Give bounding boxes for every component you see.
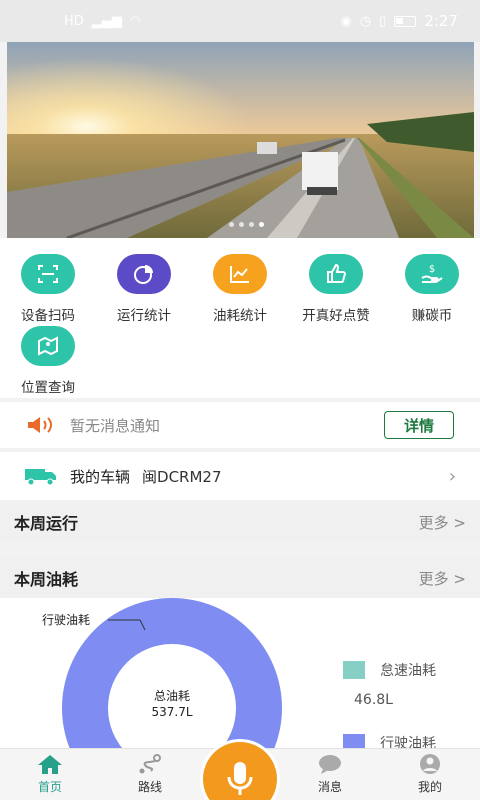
section-weekly-run: 本周运行 更多 >: [0, 502, 480, 542]
speaker-icon: [28, 417, 52, 433]
legend-swatch-driving: [343, 734, 365, 748]
microphone-icon: [227, 762, 253, 795]
signal-icon: ▂▄▆: [91, 13, 122, 29]
tab-label: 路线: [137, 780, 162, 794]
truck-icon: [25, 469, 56, 486]
notice-text: 暂无消息通知: [70, 416, 161, 435]
center-label: 总油耗: [154, 689, 190, 703]
legend-value-idle: 46.8L: [354, 692, 393, 708]
wifi-icon: ◠: [129, 13, 142, 29]
tab-mine[interactable]: 我的: [390, 753, 470, 795]
section-title: 本周油耗: [14, 570, 79, 589]
fn-location[interactable]: 位置查询: [0, 326, 96, 396]
line-chart-icon: [213, 254, 267, 294]
vehicle-plate: 闽DCRM27: [142, 467, 222, 486]
scan-icon: [21, 254, 75, 294]
home-icon: [38, 755, 62, 774]
fuel-chart: 行驶油耗 总油耗 537.7L 怠速油耗 46.8L 行驶油耗: [0, 598, 480, 748]
fn-device-scan[interactable]: 设备扫码: [0, 254, 96, 324]
map-pin-icon: [21, 326, 75, 366]
banner-dot-active[interactable]: [259, 222, 264, 227]
fn-run-stats[interactable]: 运行统计: [96, 254, 192, 324]
notice-detail-button[interactable]: 详情: [384, 411, 454, 439]
status-bar: HD ▂▄▆ ◠ ◉ ◷ ▯ 2:27: [0, 0, 480, 42]
fn-label: 位置查询: [21, 380, 75, 396]
thumbs-up-icon: [309, 254, 363, 294]
section-weekly-fuel: 本周油耗 更多 >: [0, 558, 480, 598]
message-icon: [319, 755, 341, 774]
banner-image: [7, 42, 474, 238]
battery-icon: [394, 15, 417, 27]
fn-earn-coin[interactable]: $ 赚碳币: [384, 254, 480, 324]
eye-icon: ◉: [340, 13, 352, 29]
tab-home[interactable]: 首页: [10, 753, 90, 795]
vibrate-icon: ▯: [379, 13, 387, 29]
fn-label: 设备扫码: [21, 308, 75, 324]
tab-route[interactable]: 路线: [110, 753, 190, 795]
hd-icon: HD: [64, 13, 84, 29]
center-value: 537.7L: [151, 705, 192, 719]
fuel-donut-chart: 行驶油耗 总油耗 537.7L 怠速油耗 46.8L 行驶油耗: [42, 598, 436, 748]
section-title: 本周运行: [14, 514, 79, 533]
fn-label: 油耗统计: [213, 308, 267, 324]
banner-carousel[interactable]: [7, 42, 474, 238]
chevron-right-icon: ›: [448, 465, 456, 487]
status-left: HD ▂▄▆ ◠: [64, 14, 141, 29]
banner-dots: [229, 222, 264, 227]
notice-bar: 暂无消息通知 详情: [0, 402, 480, 448]
legend-label-driving: 行驶油耗: [380, 736, 436, 748]
more-link[interactable]: 更多 >: [419, 512, 466, 533]
vehicle-label: 我的车辆: [70, 467, 131, 486]
legend-swatch-idle: [343, 661, 365, 679]
status-time: 2:27: [424, 12, 458, 30]
fn-label: 开真好点赞: [302, 308, 370, 324]
svg-text:$: $: [429, 264, 435, 275]
banner-dot[interactable]: [249, 222, 254, 227]
banner-dot[interactable]: [239, 222, 244, 227]
tab-label: 我的: [417, 780, 442, 794]
tab-message[interactable]: 消息: [290, 753, 370, 795]
alarm-icon: ◷: [359, 13, 372, 29]
status-right: ◉ ◷ ▯ 2:27: [340, 12, 458, 30]
fn-label: 运行统计: [117, 308, 171, 324]
fn-like[interactable]: 开真好点赞: [288, 254, 384, 324]
fn-label: 赚碳币: [411, 308, 453, 324]
user-icon: [420, 754, 440, 774]
function-grid: 设备扫码 运行统计 油耗统计 开真好点赞 $ 赚碳币 位置查询: [0, 238, 480, 398]
fn-fuel-stats[interactable]: 油耗统计: [192, 254, 288, 324]
coin-hand-icon: $: [405, 254, 459, 294]
legend-label-idle: 怠速油耗: [380, 663, 436, 679]
my-vehicle-row[interactable]: 我的车辆 闽DCRM27 ›: [0, 452, 480, 500]
callout-label: 行驶油耗: [42, 612, 90, 627]
tab-label: 首页: [37, 780, 62, 794]
tab-label: 消息: [317, 780, 342, 794]
route-icon: [139, 754, 161, 774]
pie-chart-icon: [117, 254, 171, 294]
more-link[interactable]: 更多 >: [419, 568, 466, 589]
banner-dot[interactable]: [229, 222, 234, 227]
